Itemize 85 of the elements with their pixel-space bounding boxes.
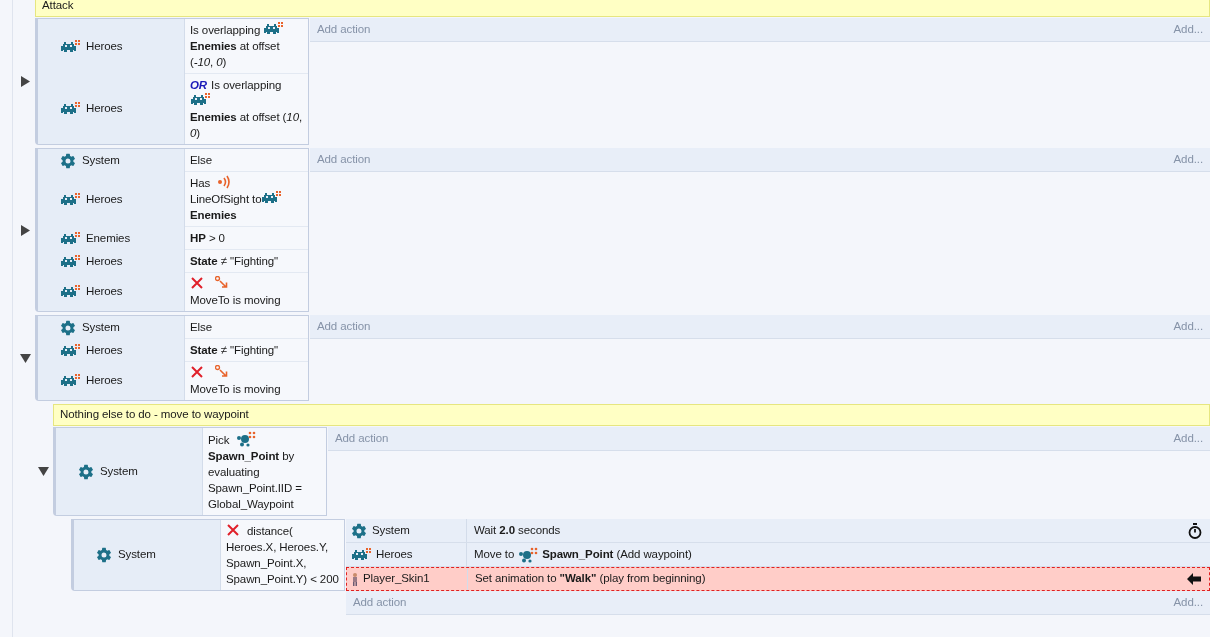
action-text: Wait 2.0 seconds [474,522,561,538]
object-name: Heroes [86,253,123,269]
object-name: System [118,547,156,563]
add-link[interactable]: Add... [1173,429,1203,448]
action-text: Move to [474,546,515,562]
invader-icon [60,343,80,358]
person-icon [352,572,358,586]
collapse-toggle-icon[interactable] [37,466,49,477]
invader-icon [190,93,210,107]
condition-text: MoveTo is moving [190,382,281,397]
expand-toggle-icon[interactable] [19,76,31,87]
action-row[interactable]: System Wait 2.0 seconds [346,519,1210,543]
expand-toggle-icon[interactable] [19,224,31,236]
add-action-row[interactable]: Add action Add... [310,148,1210,172]
add-action-row[interactable]: Add action Add... [328,427,1210,451]
left-arrow-icon [1187,573,1201,585]
add-action-row[interactable]: Add action Add... [310,315,1210,339]
arrow-path-icon [215,276,229,289]
invader-icon [60,102,80,116]
add-link[interactable]: Add... [1173,20,1203,39]
invader-icon [351,547,371,562]
condition-text: MoveTo is moving [190,293,281,308]
gear-icon [351,522,367,539]
comment-text: Attack [42,0,74,14]
add-link[interactable]: Add... [1173,593,1203,612]
object-name: Heroes [86,101,123,117]
action-text: Set animation to "Walk" (play from beginning) [475,571,706,587]
dots-cluster-icon [518,546,539,563]
add-action-label: Add action [353,594,407,610]
gear-icon [60,152,76,169]
action-text: Spawn_Point (Add waypoint) [542,546,692,562]
arrow-path-icon [215,365,229,378]
condition-text: HP > 0 [190,232,225,244]
condition-text: State ≠ "Fighting" [190,255,279,267]
condition-text: distance( Heroes.X, Heroes.Y, Spawn_Point.X, Spawn_Point.Y) < 200 [226,525,339,585]
condition-text: Else [190,321,212,333]
invader-icon [60,254,80,269]
gear-icon [78,463,94,480]
condition-text: Has [190,177,212,189]
object-name: System [82,319,120,335]
action-row[interactable]: Player_Skin1 Set animation to "Walk" (play from beginning) [346,567,1210,591]
object-name: Heroes [86,373,123,389]
condition-text: State ≠ "Fighting" [190,344,279,356]
gear-icon [96,547,112,563]
object-name: Player_Skin1 [363,571,430,587]
invader-icon [60,374,80,388]
condition-text: Is overlapping [190,24,262,36]
add-action-row[interactable]: Add action Add... [346,591,1210,615]
add-action-label: Add action [317,318,371,334]
add-action-label: Add action [335,430,389,446]
stopwatch-icon [1188,522,1202,539]
gear-icon [60,319,76,336]
object-name: Heroes [86,191,123,207]
condition-text: Pick [208,434,231,446]
object-name: Heroes [86,342,123,358]
condition-text: Spawn_Point by evaluating Spawn_Point.IID = Global_Waypoint [208,449,303,512]
condition-text: Enemies at offset (10, 0) [190,110,303,141]
or-keyword: OR [190,79,208,91]
object-name: System [372,522,410,538]
add-action-label: Add action [317,151,371,167]
comment-text: Nothing else to do - move to waypoint [60,407,249,423]
condition-text: Enemies at offset (-10, 0) [190,39,281,70]
condition-text: Else [190,154,212,166]
object-name: Heroes [86,284,123,300]
object-name: System [82,152,120,168]
add-link[interactable]: Add... [1173,150,1203,169]
invader-icon [263,22,284,36]
invader-icon [60,39,80,54]
condition-text: Enemies [190,208,237,223]
object-name: Heroes [376,546,413,562]
object-name: Enemies [86,230,131,246]
add-action-row[interactable]: Add action Add... [310,18,1210,42]
invader-icon [60,231,80,246]
invader-icon [60,285,80,299]
action-row[interactable]: Heroes Move to Spawn_Point (Add waypoint) [346,543,1210,567]
invader-icon [261,191,282,205]
condition-text: Is overlapping [211,79,282,91]
object-name: Heroes [86,38,123,54]
add-action-label: Add action [317,21,371,37]
invader-icon [60,192,80,207]
add-link[interactable]: Add... [1173,317,1203,336]
object-name: System [100,463,138,479]
dots-cluster-icon [236,431,257,447]
condition-text: LineOfSight to [190,192,262,207]
collapse-toggle-icon[interactable] [19,352,31,364]
